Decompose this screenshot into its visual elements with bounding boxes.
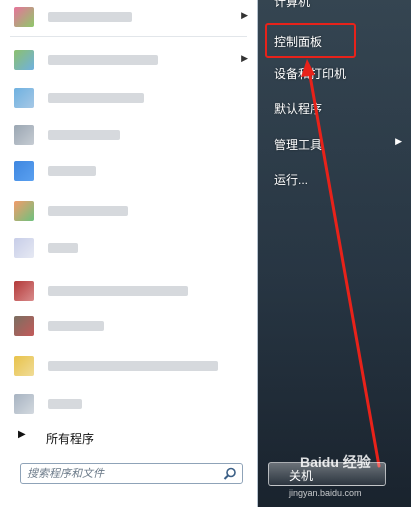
blurred-label: [48, 130, 120, 140]
all-programs-button[interactable]: ▶ 所有程序: [16, 426, 246, 448]
menu-item-label: 管理工具: [274, 138, 323, 152]
program-icon: [14, 394, 34, 414]
blurred-label: [48, 286, 188, 296]
menu-item-label: 设备和打印机: [274, 67, 347, 81]
menu-item-default-programs[interactable]: 默认程序: [266, 94, 402, 120]
program-item[interactable]: [10, 352, 254, 379]
all-programs-label: 所有程序: [46, 432, 95, 446]
blurred-label: [48, 166, 96, 176]
program-item[interactable]: ▶: [10, 46, 254, 73]
blurred-label: [48, 55, 158, 65]
program-icon: [14, 201, 34, 221]
highlight-box: [265, 23, 356, 58]
watermark-url: jingyan.baidu.com: [289, 488, 362, 498]
program-item[interactable]: [10, 84, 254, 111]
program-icon: [14, 281, 34, 301]
submenu-arrow-icon: ▶: [241, 53, 248, 63]
blurred-label: [48, 399, 82, 409]
blurred-label: [48, 321, 104, 331]
menu-item-admin-tools[interactable]: 管理工具 ▶: [266, 130, 402, 156]
program-icon: [14, 7, 34, 27]
search-box[interactable]: [20, 463, 243, 484]
blurred-label: [48, 206, 128, 216]
menu-item-label: 运行...: [274, 173, 309, 187]
program-item[interactable]: [10, 234, 254, 261]
program-icon: [14, 125, 34, 145]
menu-item-run[interactable]: 运行...: [266, 165, 402, 191]
program-icon: [14, 50, 34, 70]
submenu-arrow-icon: ▶: [395, 136, 402, 146]
program-icon: [14, 238, 34, 258]
search-input[interactable]: [27, 466, 217, 481]
program-item[interactable]: [10, 197, 254, 224]
program-item[interactable]: [10, 312, 254, 339]
program-icon: [14, 88, 34, 108]
menu-item-devices-printers[interactable]: 设备和打印机: [266, 59, 402, 85]
program-icon: [14, 161, 34, 181]
menu-item-computer[interactable]: 计算机: [266, 0, 402, 13]
blurred-label: [48, 93, 144, 103]
baidu-watermark: Baidu 经验: [300, 454, 371, 470]
program-item[interactable]: [10, 157, 254, 184]
menu-item-label: 计算机: [274, 0, 311, 9]
expand-arrow-icon: ▶: [18, 429, 26, 440]
program-item[interactable]: [10, 121, 254, 148]
program-item[interactable]: [10, 390, 254, 417]
program-icon: [14, 356, 34, 376]
start-menu-programs-pane: ▶ ▶ ▶ 所有程序: [0, 0, 258, 507]
submenu-arrow-icon: ▶: [241, 10, 248, 20]
program-icon: [14, 316, 34, 336]
blurred-label: [48, 12, 132, 22]
search-icon[interactable]: [222, 466, 238, 482]
blurred-label: [48, 361, 218, 371]
program-item[interactable]: ▶: [10, 3, 254, 30]
program-item[interactable]: [10, 277, 254, 304]
menu-item-label: 默认程序: [274, 102, 323, 116]
blurred-label: [48, 243, 78, 253]
start-menu-right-pane: 计算机 控制面板 设备和打印机 默认程序 管理工具 ▶ 运行...: [258, 0, 411, 507]
pinned-separator: [10, 36, 247, 37]
